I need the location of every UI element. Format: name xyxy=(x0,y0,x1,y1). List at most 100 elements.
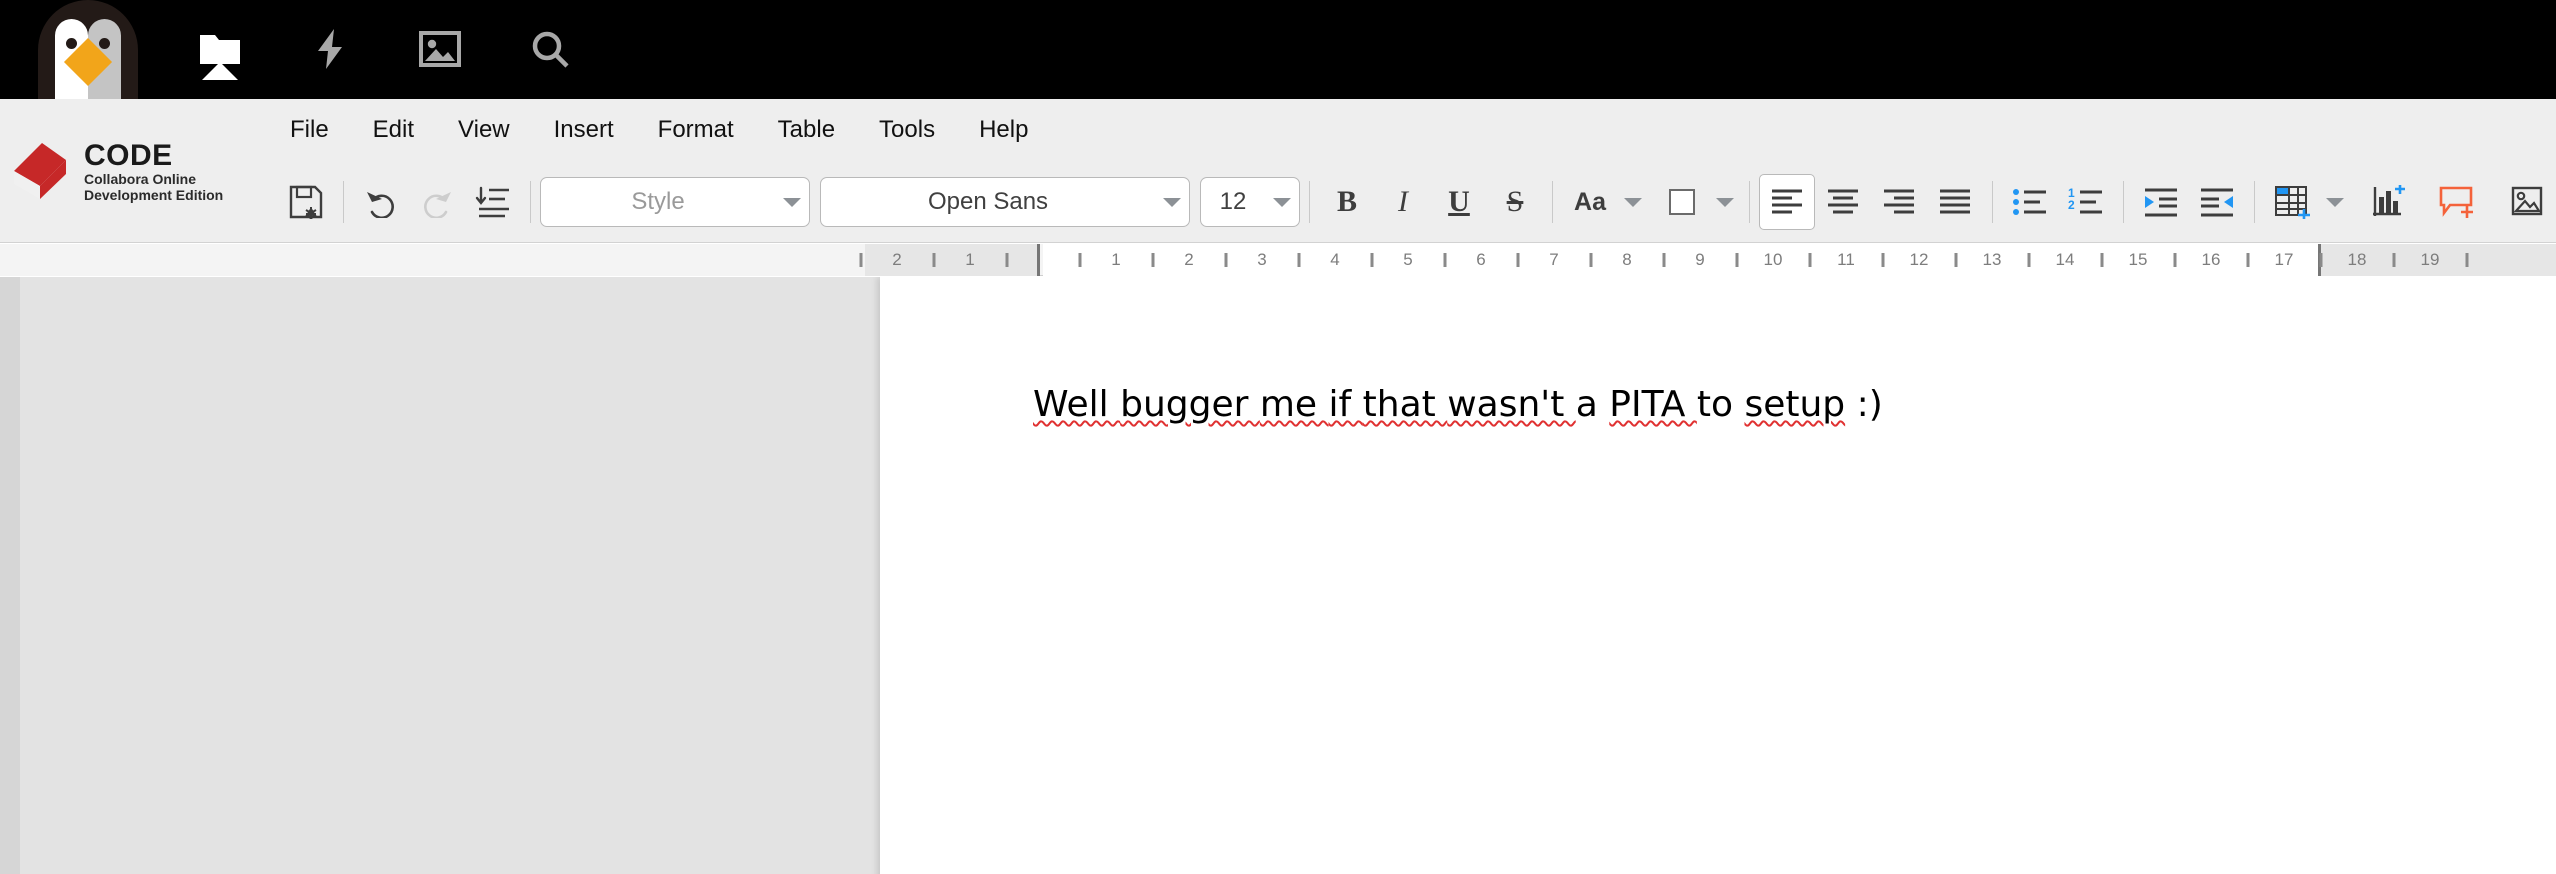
misspelled-word[interactable]: wasn't xyxy=(1447,384,1576,425)
image-icon[interactable] xyxy=(408,18,472,80)
align-left-button[interactable] xyxy=(1759,174,1815,230)
misspelled-word[interactable]: setup xyxy=(1744,384,1845,425)
ruler-tick-mark xyxy=(1297,253,1300,267)
toolbar-separator xyxy=(343,181,344,223)
chevron-down-icon[interactable] xyxy=(2320,174,2350,230)
underline-button[interactable]: U xyxy=(1431,174,1487,230)
bold-button[interactable]: B xyxy=(1319,174,1375,230)
brand-subtitle-line1: Collabora Online xyxy=(84,172,223,188)
save-button[interactable] xyxy=(278,174,334,230)
character-formatting-button[interactable]: Aa xyxy=(1562,174,1618,230)
font-size-value: 12 xyxy=(1201,188,1265,216)
ruler-tick-label: 2 xyxy=(882,244,912,276)
search-icon[interactable] xyxy=(518,18,582,80)
misspelled-word[interactable]: me xyxy=(1260,384,1329,425)
ruler-tick-mark xyxy=(2465,253,2468,267)
insert-image-button[interactable] xyxy=(2500,174,2556,230)
menu-item-table[interactable]: Table xyxy=(756,107,857,153)
misspelled-word[interactable]: bugger xyxy=(1120,384,1260,425)
ruler[interactable]: 2112345678910111213141516171819 xyxy=(0,244,2556,276)
active-tab-indicator xyxy=(202,62,238,80)
paragraph-style-select[interactable]: Style xyxy=(540,177,810,227)
document-paragraph[interactable]: Well bugger me if that wasn't a PITA to … xyxy=(1033,382,2433,427)
ruler-tick-label: 1 xyxy=(955,244,985,276)
app-top-bar xyxy=(0,0,2556,99)
ruler-tick-label: 7 xyxy=(1539,244,1569,276)
insert-comment-button[interactable] xyxy=(2430,174,2486,230)
document-word[interactable]: to xyxy=(1697,384,1745,425)
menu-item-view[interactable]: View xyxy=(436,107,532,153)
vertical-scrollbar[interactable] xyxy=(0,277,20,874)
bullet-list-button[interactable] xyxy=(2002,174,2058,230)
font-name-select[interactable]: Open Sans xyxy=(820,177,1190,227)
chevron-down-icon[interactable] xyxy=(1265,198,1299,207)
ruler-tick-mark xyxy=(2319,253,2322,267)
toolbar-separator xyxy=(2123,181,2124,223)
brand-block: CODE Collabora Online Development Editio… xyxy=(0,99,268,243)
menu-bar: File Edit View Insert Format Table Tools… xyxy=(268,99,1050,161)
font-name-value: Open Sans xyxy=(821,188,1155,216)
align-center-button[interactable] xyxy=(1815,174,1871,230)
document-word[interactable]: :) xyxy=(1845,384,1883,425)
ruler-tick-label: 10 xyxy=(1758,244,1788,276)
document-page[interactable]: Well bugger me if that wasn't a PITA to … xyxy=(880,277,2556,874)
ruler-tick-mark xyxy=(1151,253,1154,267)
misspelled-word[interactable]: Well xyxy=(1033,384,1120,425)
decrease-indent-button[interactable] xyxy=(2189,174,2245,230)
toolbar-separator xyxy=(2254,181,2255,223)
toolbar-separator xyxy=(1309,181,1310,223)
ruler-tick-label: 6 xyxy=(1466,244,1496,276)
chevron-down-icon[interactable] xyxy=(1710,174,1740,230)
toolbar-separator xyxy=(1992,181,1993,223)
align-justify-button[interactable] xyxy=(1927,174,1983,230)
misspelled-word[interactable]: if xyxy=(1329,384,1363,425)
ruler-tick-mark xyxy=(1662,253,1665,267)
insert-chart-button[interactable] xyxy=(2360,174,2416,230)
svg-text:2: 2 xyxy=(2068,198,2075,212)
ruler-tick-mark xyxy=(1443,253,1446,267)
ruler-tick-mark xyxy=(1005,253,1008,267)
menu-item-file[interactable]: File xyxy=(268,107,351,153)
ruler-tick-label: 18 xyxy=(2342,244,2372,276)
font-size-select[interactable]: 12 xyxy=(1200,177,1300,227)
chevron-down-icon[interactable] xyxy=(775,198,809,207)
align-right-button[interactable] xyxy=(1871,174,1927,230)
highlight-color-button[interactable] xyxy=(1654,174,1710,230)
lightning-icon[interactable] xyxy=(298,18,362,80)
numbered-list-button[interactable]: 1 2 xyxy=(2058,174,2114,230)
ruler-tick-mark xyxy=(2392,253,2395,267)
ruler-tick-mark xyxy=(2173,253,2176,267)
ruler-tick-label: 11 xyxy=(1831,244,1861,276)
undo-button[interactable] xyxy=(353,174,409,230)
strikethrough-button[interactable]: S xyxy=(1487,174,1543,230)
ruler-tick-mark xyxy=(1808,253,1811,267)
misspelled-word[interactable]: PITA xyxy=(1609,384,1697,425)
ruler-tick-mark xyxy=(1881,253,1884,267)
increase-indent-button[interactable] xyxy=(2133,174,2189,230)
insert-table-button[interactable] xyxy=(2264,174,2320,230)
document-word[interactable]: a xyxy=(1576,384,1610,425)
menu-item-tools[interactable]: Tools xyxy=(857,107,957,153)
menu-item-edit[interactable]: Edit xyxy=(351,107,436,153)
ruler-tick-label: 4 xyxy=(1320,244,1350,276)
ruler-tick-label: 2 xyxy=(1174,244,1204,276)
menu-item-format[interactable]: Format xyxy=(636,107,756,153)
ruler-tick-label: 19 xyxy=(2415,244,2445,276)
ruler-tick-mark xyxy=(1370,253,1373,267)
menu-item-help[interactable]: Help xyxy=(957,107,1050,153)
ruler-tick-mark xyxy=(859,253,862,267)
ruler-tick-label: 14 xyxy=(2050,244,2080,276)
document-canvas[interactable]: Well bugger me if that wasn't a PITA to … xyxy=(0,277,2556,874)
chevron-down-icon[interactable] xyxy=(1155,198,1189,207)
misspelled-word[interactable]: that xyxy=(1363,384,1448,425)
collabora-logo-icon xyxy=(10,140,70,202)
menu-item-insert[interactable]: Insert xyxy=(532,107,636,153)
folder-icon[interactable] xyxy=(188,18,252,80)
ruler-tick-label: 8 xyxy=(1612,244,1642,276)
redo-button[interactable] xyxy=(409,174,465,230)
penguin-pupil-right xyxy=(99,38,110,49)
toolbar-separator xyxy=(1552,181,1553,223)
clone-formatting-button[interactable] xyxy=(465,174,521,230)
italic-button[interactable]: I xyxy=(1375,174,1431,230)
chevron-down-icon[interactable] xyxy=(1618,174,1648,230)
